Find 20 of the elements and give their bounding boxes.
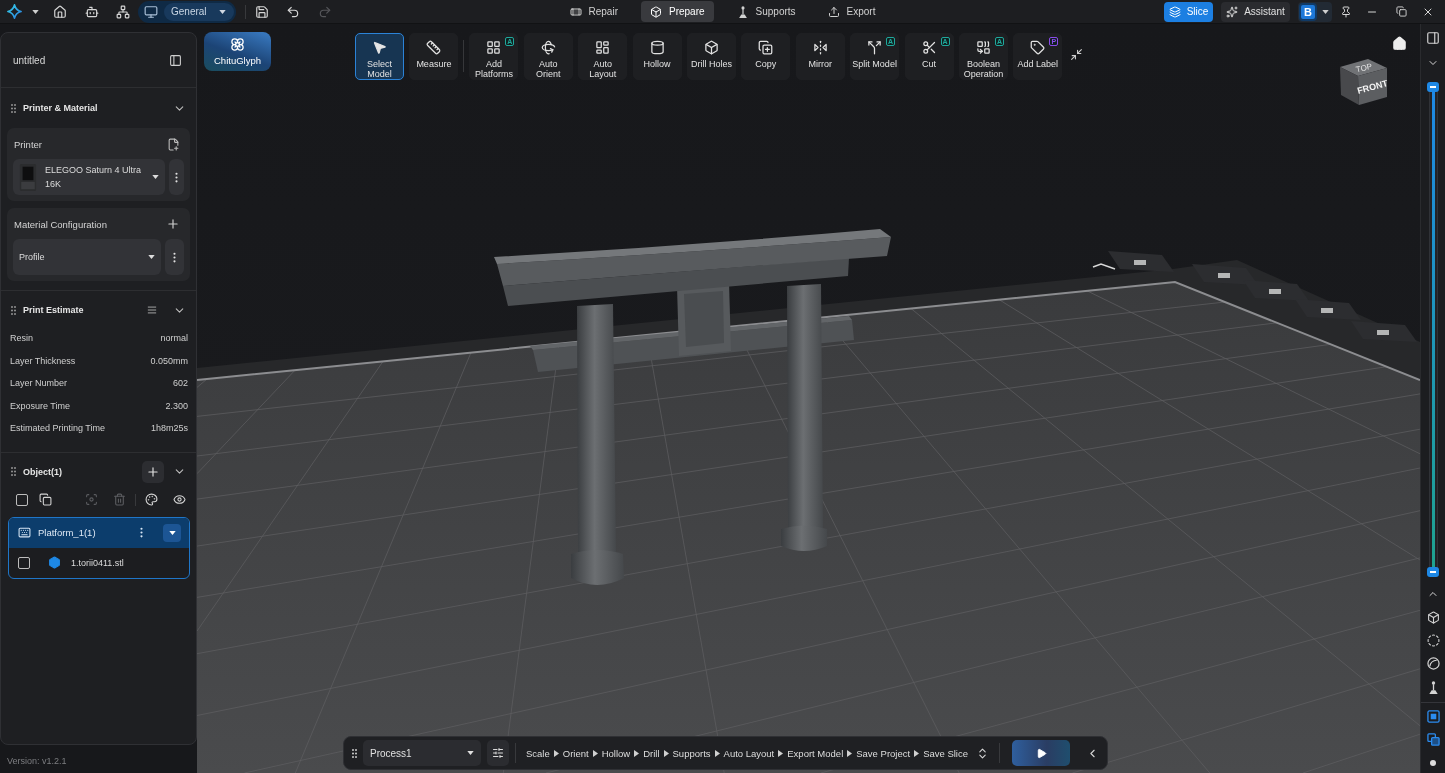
estimate-value: 0.050mm [150, 355, 188, 366]
account-logo: B [1299, 2, 1317, 21]
version-text: Version: v1.2.1 [7, 756, 67, 766]
estimate-value: 602 [172, 378, 188, 389]
material-label: Material Configuration [14, 218, 107, 230]
estimate-value: 1h8m25s [150, 423, 188, 434]
printer-label: Printer [14, 138, 42, 150]
estimate-label: Exposure Time [10, 400, 71, 411]
section-title: Print Estimate [23, 305, 84, 315]
estimate-label: Estimated Printing Time [10, 423, 106, 434]
estimate-label: Resin [10, 333, 33, 344]
section-title: Object(1) [23, 466, 62, 477]
platform-name: Platform_1(1) [38, 527, 96, 538]
project-name: untitled [13, 54, 46, 66]
section-title: Printer & Material [23, 103, 98, 113]
estimate-value: 2.300 [165, 400, 188, 411]
model-name: 1.torii0411.stl [71, 557, 124, 568]
estimate-value: normal [160, 333, 188, 344]
estimate-label: Layer Thickness [10, 355, 76, 366]
estimate-label: Layer Number [10, 378, 68, 389]
